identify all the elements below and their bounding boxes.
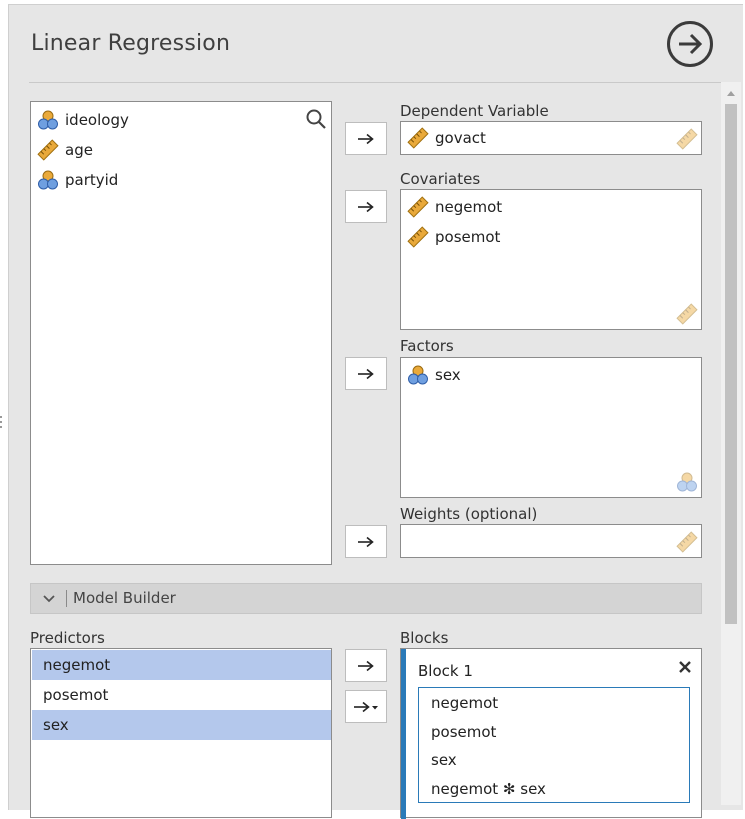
run-arrow-button[interactable] xyxy=(667,21,713,67)
weights-field[interactable] xyxy=(400,524,702,558)
move-to-covariates-button[interactable] xyxy=(345,190,387,223)
variables-list[interactable]: ideology age partyid xyxy=(30,101,332,565)
add-interaction-dropdown-button[interactable] xyxy=(345,690,387,723)
scroll-up-icon[interactable] xyxy=(726,90,736,97)
nominal-icon xyxy=(38,110,58,130)
covariate-item[interactable]: negemot xyxy=(407,194,502,220)
blocks-label: Blocks xyxy=(400,629,449,647)
scale-ruler-icon xyxy=(407,226,429,248)
model-builder-label: Model Builder xyxy=(73,589,176,607)
search-icon[interactable] xyxy=(305,108,327,130)
covariate-label: negemot xyxy=(435,198,503,216)
dependent-variable-field[interactable]: govact xyxy=(400,121,702,155)
arrow-right-icon xyxy=(358,660,374,671)
scale-ruler-icon xyxy=(407,127,429,149)
block-terms-list[interactable]: negemot posemot sex negemot ✻ sex xyxy=(418,687,690,803)
arrow-right-icon xyxy=(358,536,374,547)
dependent-value: govact xyxy=(435,129,486,147)
model-builder-header[interactable]: Model Builder xyxy=(30,583,702,614)
variable-item[interactable]: ideology xyxy=(37,107,129,133)
move-to-weights-button[interactable] xyxy=(345,525,387,558)
weights-label: Weights (optional) xyxy=(400,505,538,523)
predictor-item[interactable]: sex xyxy=(32,710,331,740)
scale-ruler-icon xyxy=(37,139,59,161)
factor-item[interactable]: sex xyxy=(407,362,461,388)
factors-label: Factors xyxy=(400,337,454,355)
page-title: Linear Regression xyxy=(31,31,231,56)
move-to-dependent-button[interactable] xyxy=(345,122,387,155)
block-term[interactable]: negemot ✻ sex xyxy=(431,780,546,798)
covariates-list[interactable]: negemot posemot xyxy=(400,189,702,330)
factor-label: sex xyxy=(435,366,461,384)
covariates-label: Covariates xyxy=(400,170,481,188)
predictors-label: Predictors xyxy=(30,629,105,647)
block-term[interactable]: sex xyxy=(431,751,457,769)
covariate-label: posemot xyxy=(435,228,501,246)
close-icon[interactable] xyxy=(678,660,692,674)
dependent-item[interactable]: govact xyxy=(407,125,486,151)
chevron-down-icon[interactable] xyxy=(42,594,56,604)
scale-ruler-icon xyxy=(676,531,698,553)
scale-ruler-icon xyxy=(407,196,429,218)
move-to-factors-button[interactable] xyxy=(345,357,387,390)
scrollbar-thumb[interactable] xyxy=(725,104,737,624)
variable-item[interactable]: age xyxy=(37,137,93,163)
header-divider xyxy=(66,590,67,607)
vertical-scrollbar[interactable] xyxy=(721,82,741,805)
title-divider xyxy=(29,82,723,83)
predictor-item[interactable]: negemot xyxy=(32,650,331,680)
block-accent-bar xyxy=(401,649,406,819)
dependent-variable-label: Dependent Variable xyxy=(400,102,549,120)
panel-resize-handle[interactable] xyxy=(0,414,3,434)
arrow-right-icon xyxy=(358,201,374,212)
add-to-block-button[interactable] xyxy=(345,649,387,682)
predictor-item[interactable]: posemot xyxy=(32,680,331,710)
arrow-right-dropdown-icon xyxy=(354,701,378,712)
blocks-container: Block 1 negemot posemot sex negemot ✻ se… xyxy=(400,648,702,819)
factors-list[interactable]: sex xyxy=(400,357,702,498)
arrow-right-icon xyxy=(358,133,374,144)
nominal-icon xyxy=(408,365,428,385)
arrow-right-icon xyxy=(358,368,374,379)
nominal-icon xyxy=(38,170,58,190)
variable-label: ideology xyxy=(65,111,129,129)
predictors-list[interactable]: negemot posemot sex xyxy=(30,648,332,818)
block-term[interactable]: negemot xyxy=(431,694,498,712)
variable-item[interactable]: partyid xyxy=(37,167,118,193)
variable-label: age xyxy=(65,141,93,159)
scale-ruler-icon xyxy=(676,303,698,325)
block-term[interactable]: posemot xyxy=(431,723,496,741)
covariate-item[interactable]: posemot xyxy=(407,224,500,250)
block-title: Block 1 xyxy=(418,662,473,680)
arrow-right-icon xyxy=(679,33,703,55)
nominal-icon xyxy=(677,472,697,492)
scale-ruler-icon xyxy=(676,128,698,150)
variable-label: partyid xyxy=(65,171,119,189)
